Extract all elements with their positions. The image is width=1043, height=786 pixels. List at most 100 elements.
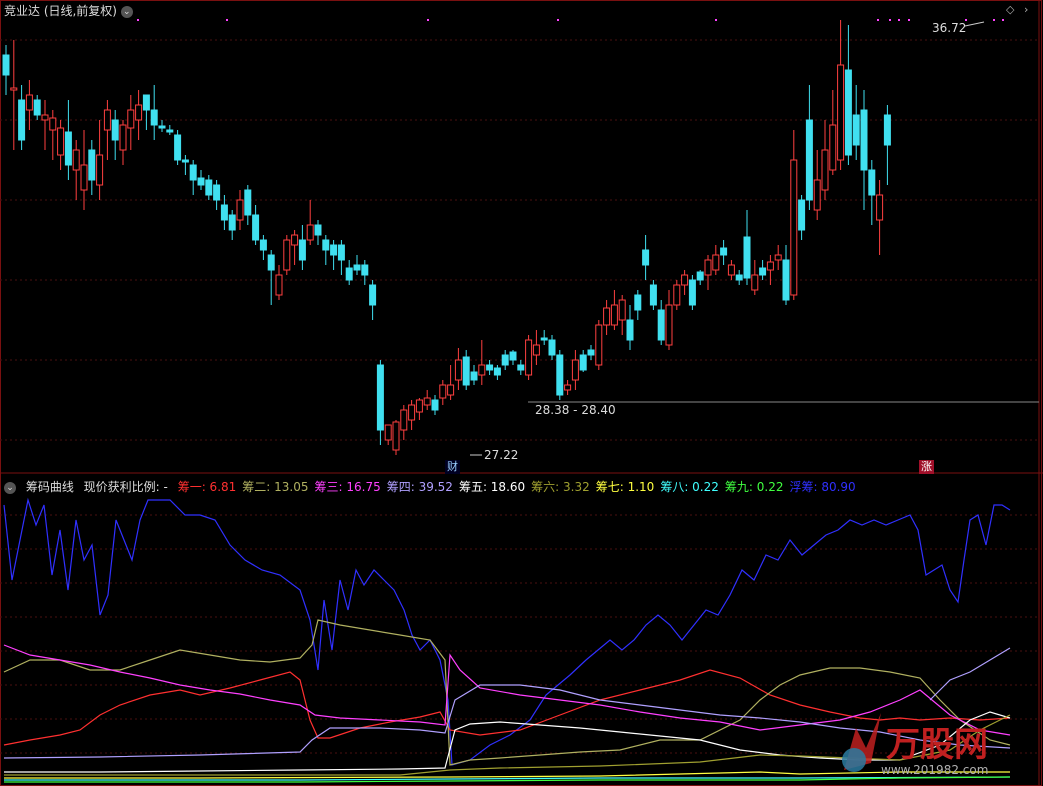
diamond-icon[interactable]: ◇: [1006, 3, 1014, 16]
watermark-logo: 万股网 www.201982.com: [842, 713, 988, 777]
candle-body: [41, 114, 49, 121]
chevron-down-icon[interactable]: ⌄: [120, 5, 133, 18]
candle-body: [392, 421, 400, 451]
candle-body: [813, 179, 821, 211]
candle-body: [571, 359, 579, 381]
indicator-item-9: 筹九: 0.22: [724, 480, 784, 494]
candle-body: [634, 294, 642, 311]
candle-body: [595, 324, 603, 366]
candle-body: [220, 204, 228, 221]
candle-body: [291, 234, 299, 246]
candle-body: [517, 364, 525, 371]
candle-body: [579, 354, 587, 371]
chevron-right-icon[interactable]: ›: [1024, 3, 1028, 16]
candle-body: [283, 239, 291, 271]
candle-body: [821, 149, 829, 191]
candle-body: [657, 309, 665, 341]
candle-body: [782, 259, 790, 301]
indicator-item-6: 筹六: 3.32: [531, 480, 590, 494]
candle-body: [876, 194, 884, 221]
candle-body: [587, 349, 595, 356]
candle-body: [774, 254, 782, 261]
candle-body: [330, 244, 338, 256]
chart-title-text: 竞业达 (日线,前复权): [4, 4, 117, 18]
candle-body: [236, 199, 244, 221]
candle-body: [509, 351, 517, 361]
candle-body: [361, 264, 369, 276]
chart-canvas: [0, 0, 1043, 786]
indicator-item-1: 筹一: 6.81: [177, 480, 237, 494]
indicator-item-2: 筹二: 13.05: [242, 480, 309, 494]
candle-body: [353, 264, 361, 271]
candle-body: [431, 399, 439, 411]
indicator-item-4: 筹四: 39.52: [386, 480, 453, 494]
candle-body: [751, 274, 759, 291]
candle-body: [673, 284, 681, 306]
candle-body: [610, 304, 618, 326]
candle-body: [174, 134, 182, 161]
indicator-item-8: 筹八: 0.22: [660, 480, 719, 494]
candle-body: [883, 114, 891, 146]
candle-body: [119, 124, 127, 151]
chevron-down-icon[interactable]: ⌄: [4, 481, 16, 494]
candle-body: [665, 304, 673, 346]
candle-body: [181, 159, 189, 163]
candle-body: [345, 267, 353, 281]
candle-body: [618, 299, 626, 321]
candle-body: [18, 99, 26, 141]
candle-body: [532, 344, 540, 356]
candle-body: [829, 124, 837, 171]
high-arrow: [964, 21, 985, 27]
candlestick-series: [2, 20, 891, 455]
candle-body: [805, 119, 813, 201]
candle-body: [798, 199, 806, 231]
candle-body: [111, 119, 119, 141]
candle-body: [2, 54, 10, 76]
candle-body: [275, 274, 283, 296]
finance-badge[interactable]: 财: [445, 460, 460, 474]
candle-body: [423, 397, 431, 406]
candle-body: [189, 164, 197, 181]
candle-body: [267, 254, 275, 271]
candle-body: [213, 184, 221, 201]
candle-body: [447, 384, 455, 396]
candle-body: [252, 214, 260, 241]
candle-body: [259, 239, 267, 251]
candle-body: [57, 127, 65, 156]
candle-body: [103, 109, 111, 131]
low-price-label: 27.22: [484, 448, 519, 462]
candle-body: [743, 236, 751, 279]
candle-body: [501, 354, 509, 366]
candle-body: [712, 254, 720, 271]
candle-body: [478, 364, 486, 376]
candle-body: [150, 109, 158, 126]
watermark-brand: 万股网: [886, 725, 988, 765]
candle-body: [314, 224, 322, 236]
candle-body: [556, 354, 564, 396]
candle-body: [462, 356, 470, 386]
candle-body: [727, 264, 735, 276]
series-4-tail-line: [929, 647, 1011, 701]
candle-body: [844, 69, 852, 156]
watermark-url: www.201982.com: [881, 763, 988, 777]
candle-body: [649, 284, 657, 306]
indicator-header: ⌄ 筹码曲线 现价获利比例: - 筹一: 6.81 筹二: 13.05 筹三: 16…: [4, 478, 868, 495]
candle-body: [439, 384, 447, 399]
candle-body: [244, 189, 252, 216]
chart-title[interactable]: 竞业达 (日线,前复权) ⌄: [4, 2, 133, 19]
candle-body: [759, 267, 767, 276]
candle-body: [197, 177, 205, 186]
candle-body: [766, 261, 774, 271]
candle-body: [376, 364, 384, 431]
candle-body: [369, 284, 377, 306]
candle-body: [837, 64, 845, 161]
candle-body: [64, 131, 72, 166]
limit-up-badge[interactable]: 涨: [919, 460, 934, 474]
candle-body: [642, 249, 650, 266]
candle-body: [10, 87, 18, 91]
candle-body: [868, 169, 876, 196]
candle-body: [470, 371, 478, 381]
candle-body: [158, 125, 166, 129]
candle-body: [306, 224, 314, 241]
indicator-name[interactable]: 筹码曲线: [26, 480, 74, 494]
